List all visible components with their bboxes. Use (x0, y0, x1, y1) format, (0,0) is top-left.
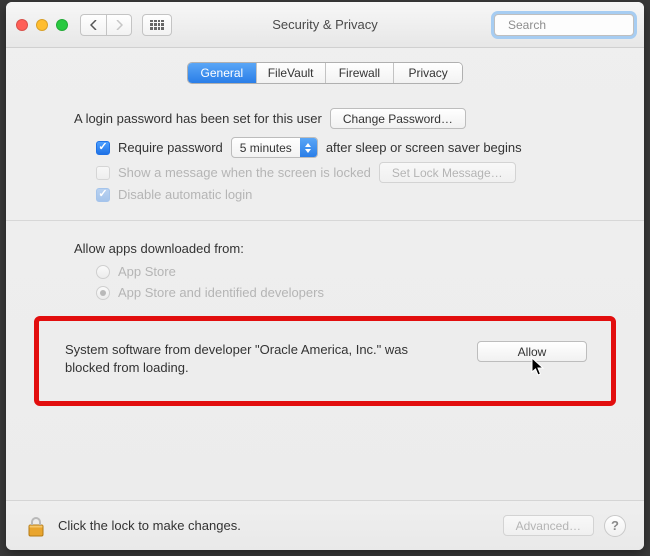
search-field[interactable] (494, 14, 634, 36)
tab-firewall[interactable]: Firewall (326, 63, 395, 83)
disable-auto-login-label: Disable automatic login (118, 187, 252, 202)
require-password-delay-select[interactable]: 5 minutes (231, 137, 318, 158)
disable-auto-login-checkbox (96, 188, 110, 202)
tab-privacy[interactable]: Privacy (394, 63, 462, 83)
login-password-text: A login password has been set for this u… (74, 111, 322, 126)
lock-button[interactable] (24, 514, 48, 538)
search-input[interactable] (506, 17, 644, 33)
footer: Click the lock to make changes. Advanced… (6, 500, 644, 550)
close-window-button[interactable] (16, 19, 28, 31)
login-password-section: A login password has been set for this u… (6, 94, 644, 221)
nav-back-button[interactable] (80, 14, 106, 36)
lock-text: Click the lock to make changes. (58, 518, 241, 533)
radio-icon (96, 286, 110, 300)
show-all-prefs-button[interactable] (142, 14, 172, 36)
chevron-updown-icon (300, 138, 317, 157)
radio-icon (96, 265, 110, 279)
require-password-label: Require password (118, 140, 223, 155)
tab-general[interactable]: General (188, 63, 257, 83)
show-message-checkbox (96, 166, 110, 180)
require-password-delay-value: 5 minutes (232, 141, 300, 155)
gatekeeper-section: Allow apps downloaded from: App Store Ap… (6, 221, 644, 312)
nav-back-forward (80, 14, 132, 36)
security-privacy-window: Security & Privacy General FileVault Fir… (6, 2, 644, 550)
window-controls (16, 19, 68, 31)
change-password-button[interactable]: Change Password… (330, 108, 466, 129)
blocked-software-message: System software from developer "Oracle A… (65, 341, 453, 377)
advanced-button: Advanced… (503, 515, 594, 536)
nav-forward-button[interactable] (106, 14, 132, 36)
lock-icon (24, 514, 48, 538)
set-lock-message-button: Set Lock Message… (379, 162, 516, 183)
show-message-label: Show a message when the screen is locked (118, 165, 371, 180)
help-button[interactable]: ? (604, 515, 626, 537)
radio-app-store: App Store (96, 264, 576, 279)
cursor-icon (531, 357, 547, 377)
tab-filevault[interactable]: FileVault (257, 63, 326, 83)
require-password-after-label: after sleep or screen saver begins (326, 140, 522, 155)
help-icon: ? (611, 518, 619, 533)
blocked-software-highlight: System software from developer "Oracle A… (34, 316, 616, 406)
allow-apps-label: Allow apps downloaded from: (74, 241, 576, 256)
grid-icon (150, 20, 164, 30)
fullscreen-window-button[interactable] (56, 19, 68, 31)
radio-app-store-label: App Store (118, 264, 176, 279)
radio-identified-developers: App Store and identified developers (96, 285, 576, 300)
gatekeeper-options: App Store App Store and identified devel… (96, 264, 576, 300)
content: General FileVault Firewall Privacy A log… (6, 48, 644, 500)
require-password-checkbox[interactable] (96, 141, 110, 155)
minimize-window-button[interactable] (36, 19, 48, 31)
titlebar: Security & Privacy (6, 2, 644, 48)
tabs: General FileVault Firewall Privacy (187, 62, 463, 84)
radio-identified-label: App Store and identified developers (118, 285, 324, 300)
